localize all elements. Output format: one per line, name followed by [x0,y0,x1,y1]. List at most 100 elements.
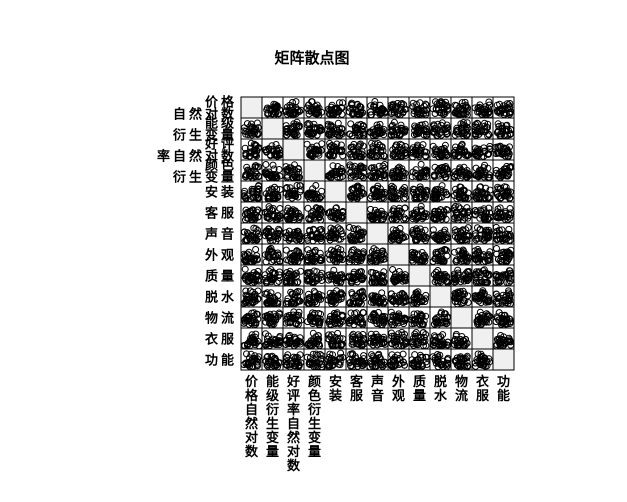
matrix-cell-2-5 [345,138,368,161]
column-label-char: 水 [434,388,448,404]
matrix-cell-12-3 [303,348,326,371]
column-label-char: 脱 [434,374,447,390]
matrix-cell-10-0 [240,306,263,329]
column-label-char: 变 [308,430,321,446]
matrix-cell-2-6 [366,138,389,161]
matrix-cell-7-6 [366,243,389,266]
matrix-cell-0-10 [450,96,473,119]
matrix-cell-12-11 [471,348,494,371]
column-label-char: 音 [371,388,384,404]
diagonal-cell [471,327,494,350]
matrix-cell-2-12 [492,138,515,161]
matrix-cell-9-12 [492,285,515,308]
matrix-cell-9-7 [387,285,410,308]
matrix-cell-3-2 [282,159,305,182]
matrix-cell-5-0 [240,201,263,224]
diagonal-cell [429,285,452,308]
matrix-cell-1-10 [450,117,473,140]
matrix-cell-9-6 [366,285,389,308]
column-label-char: 衣 [476,374,489,390]
matrix-cell-3-7 [387,159,410,182]
matrix-cell-7-3 [303,243,326,266]
diagonal-cell [366,222,389,245]
matrix-cell-10-9 [429,306,452,329]
matrix-cell-2-0 [240,138,263,161]
matrix-cell-11-8 [408,327,431,350]
matrix-cell-12-0 [240,348,263,371]
column-label-char: 然 [245,416,258,432]
matrix-cell-8-8 [408,264,431,287]
matrix-cell-3-0 [240,159,263,182]
matrix-cell-4-8 [408,180,431,203]
matrix-cell-4-1 [261,180,284,203]
matrix-cell-12-1 [261,348,284,371]
matrix-cell-1-12 [492,117,515,140]
diagonal-cell [261,117,284,140]
matrix-cell-2-7 [387,138,410,161]
column-label-char: 能 [497,388,510,404]
scatter-matrix-chart: 矩阵散点图 价格自然对数能级衍生变量好评率自然对数颜色衍生变量安装客服声音外观质… [157,49,515,474]
matrix-cell-2-9 [429,138,452,161]
column-label-char: 量 [308,445,321,460]
matrix-cell-0-3 [303,96,326,119]
matrix-cell-12-4 [324,348,347,371]
matrix-cell-7-2 [282,243,305,266]
matrix-cell-10-5 [345,306,368,329]
matrix-cell-5-11 [471,201,494,224]
matrix-cell-8-2 [282,264,305,287]
column-label-char: 服 [476,389,490,404]
matrix-cell-4-9 [429,180,452,203]
column-label-char: 流 [455,388,468,404]
matrix-cell-6-4 [324,222,347,245]
column-label-char: 颜 [308,374,321,390]
column-label-char: 质 [413,374,426,390]
matrix-cell-5-2 [282,201,305,224]
matrix-cell-2-11 [471,138,494,161]
row-label-3: 衍生变量 [172,170,237,186]
column-label-char: 数 [245,444,259,460]
column-label-char: 安 [329,374,342,390]
matrix-cell-12-8 [408,348,431,371]
diagonal-cell [345,201,368,224]
matrix-cell-8-6 [366,264,389,287]
matrix-cell-3-4 [324,159,347,182]
matrix-cell-4-6 [366,180,389,203]
matrix-cell-3-9 [429,159,452,182]
matrix-cell-2-2 [282,138,305,161]
matrix-cell-11-9 [429,327,452,350]
column-label-char: 色 [308,388,321,404]
matrix-cell-11-4 [324,327,347,350]
matrix-cell-2-4 [324,138,347,161]
matrix-cell-8-9 [429,264,452,287]
matrix-cell-6-9 [429,222,452,245]
column-label-char: 客 [350,374,364,390]
matrix-cell-11-7 [387,327,410,350]
matrix-cell-7-10 [450,243,473,266]
matrix-cell-3-10 [450,159,473,182]
matrix-cell-8-12 [492,264,515,287]
matrix-cell-4-3 [303,180,326,203]
matrix-cell-3-5 [345,159,368,182]
matrix-cell-1-7 [387,117,410,140]
matrix-cell-1-9 [429,117,452,140]
matrix-cell-9-2 [282,285,305,308]
matrix-cell-0-5 [345,96,368,119]
matrix-cell-7-11 [471,243,494,266]
matrix-cell-12-5 [345,348,368,371]
matrix-cell-10-11 [471,306,494,329]
column-label-char: 格 [245,388,259,404]
matrix-cell-10-4 [324,306,347,329]
column-label-char: 衍 [307,402,321,418]
matrix-cell-11-12 [492,327,515,350]
chart-title: 矩阵散点图 [274,49,349,67]
matrix-cell-2-8 [408,138,431,161]
matrix-cell-4-0 [240,180,263,203]
column-label-char: 观 [392,389,405,404]
matrix-cell-12-2 [282,348,305,371]
matrix-cell-4-12 [492,180,515,203]
row-label-4: 安装 [205,185,237,201]
column-label-char: 然 [287,430,300,446]
matrix-cell-6-10 [450,222,473,245]
matrix-cell-9-1 [261,285,284,308]
row-label-9: 脱水 [205,290,237,306]
